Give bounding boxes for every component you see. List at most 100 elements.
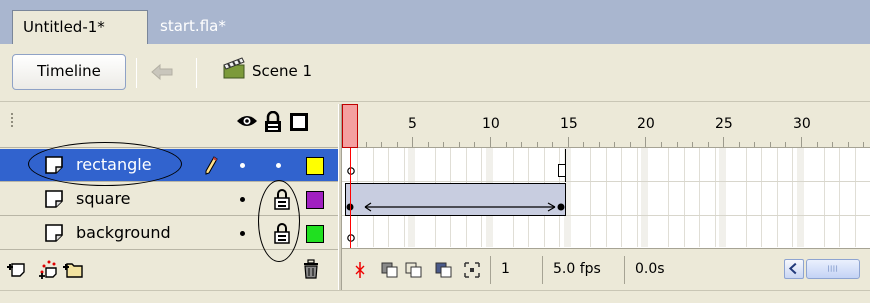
layer-header [0,104,338,148]
ruler-tick [785,142,786,147]
layer-name: rectangle [76,155,152,174]
timeline-panel: rectangle square background 5 10 15 20 2… [0,104,870,290]
playhead-line [350,148,351,248]
document-tab-bar: Untitled-1* start.fla* [0,0,870,44]
ruler-tick [630,142,631,147]
bottom-strip [0,290,870,303]
ruler-tick [583,142,584,147]
ruler-tick [645,137,646,147]
outline-color-swatch[interactable] [306,191,324,209]
visibility-dot[interactable] [240,163,245,168]
visibility-dot[interactable] [240,231,245,236]
span-end-line [565,149,566,182]
ruler-tick [443,142,444,147]
ruler-tick [692,142,693,147]
onion-skin-icon[interactable] [380,260,400,280]
ruler-tick [614,142,615,147]
frame-rate-readout[interactable]: 5.0 fps [542,256,622,284]
layer-name: background [76,223,171,242]
tab-untitled-1[interactable]: Untitled-1* [12,10,148,44]
ruler-tick [723,137,724,147]
add-motion-guide-icon[interactable] [38,258,60,280]
ruler-number: 20 [637,116,655,132]
visibility-dot[interactable] [240,197,245,202]
frames-area[interactable]: 15101520253035 [342,104,870,290]
tab-label: start.fla* [160,17,226,35]
modify-onion-markers-icon[interactable] [462,260,482,280]
lock-dot[interactable] [276,163,281,168]
ruler-tick [832,142,833,147]
ruler-tick [552,142,553,147]
layer-name: square [76,189,131,208]
ruler-tick [506,142,507,147]
layer-icon [45,156,63,174]
ruler-tick [521,142,522,147]
ruler-tick [848,142,849,147]
frame-ruler[interactable]: 15101520253035 [342,104,870,148]
onion-skin-outlines-icon[interactable] [404,260,424,280]
ruler-tick [537,142,538,147]
ruler-tick [661,142,662,147]
lock-icon[interactable] [264,111,282,133]
ruler-number: 15 [560,116,578,132]
center-frame-icon[interactable] [350,260,370,280]
layer-row-square[interactable]: square [0,183,338,216]
ruler-tick [412,137,413,147]
empty-keyframe[interactable] [346,233,356,243]
elapsed-time-readout: 0.0s [624,256,684,284]
tab-label: Untitled-1* [23,18,105,36]
tab-start-fla[interactable]: start.fla* [148,10,236,44]
lock-icon[interactable] [274,222,290,244]
ruler-number: 10 [482,116,500,132]
trash-icon[interactable] [300,258,322,280]
toolbar-separator [196,58,197,88]
outline-icon[interactable] [290,113,308,131]
frame-row-background[interactable] [342,217,870,250]
layer-row-rectangle[interactable]: rectangle [0,149,338,182]
panel-grip-handle[interactable] [10,112,14,128]
toolbar-separator [136,58,137,88]
frame-row-square[interactable] [342,183,870,216]
ruler-tick [568,137,569,147]
edit-multiple-frames-icon[interactable] [434,260,454,280]
timeline-button-label: Timeline [37,62,101,80]
ruler-tick [739,142,740,147]
scroll-grip-icon [828,265,838,272]
back-arrow-icon[interactable] [150,62,174,82]
pencil-icon [205,156,218,175]
layer-list: rectangle square background [0,104,338,290]
ruler-number: 25 [715,116,733,132]
outline-color-swatch[interactable] [306,225,324,243]
playhead[interactable] [342,104,358,148]
layer-row-background[interactable]: background [0,217,338,250]
layer-icon [45,224,63,242]
ruler-number: 30 [793,116,811,132]
scene-clapperboard-icon[interactable] [222,56,246,80]
ruler-tick [397,142,398,147]
eye-icon[interactable] [236,113,258,129]
frame-row-rectangle[interactable] [342,149,870,182]
ruler-tick [801,137,802,147]
empty-keyframe[interactable] [346,166,356,176]
ruler-tick [474,142,475,147]
ruler-tick [428,142,429,147]
insert-layer-icon[interactable] [6,258,28,280]
tween-arrow [346,202,565,212]
ruler-tick [677,142,678,147]
horizontal-scrollbar-thumb[interactable] [806,259,860,279]
edit-bar: Timeline Scene 1 [0,44,870,102]
outline-color-swatch[interactable] [306,157,324,175]
chevron-left-icon [788,262,797,275]
scroll-left-button[interactable] [784,259,804,279]
scene-label[interactable]: Scene 1 [252,62,312,80]
ruler-tick [490,137,491,147]
ruler-tick [770,142,771,147]
ruler-tick [366,142,367,147]
ruler-tick [599,142,600,147]
ruler-tick [381,142,382,147]
current-frame-readout: 1 [490,256,540,284]
timeline-toggle-button[interactable]: Timeline [12,54,126,90]
lock-icon[interactable] [274,188,290,210]
ruler-tick [817,142,818,147]
insert-layer-folder-icon[interactable] [62,258,84,280]
